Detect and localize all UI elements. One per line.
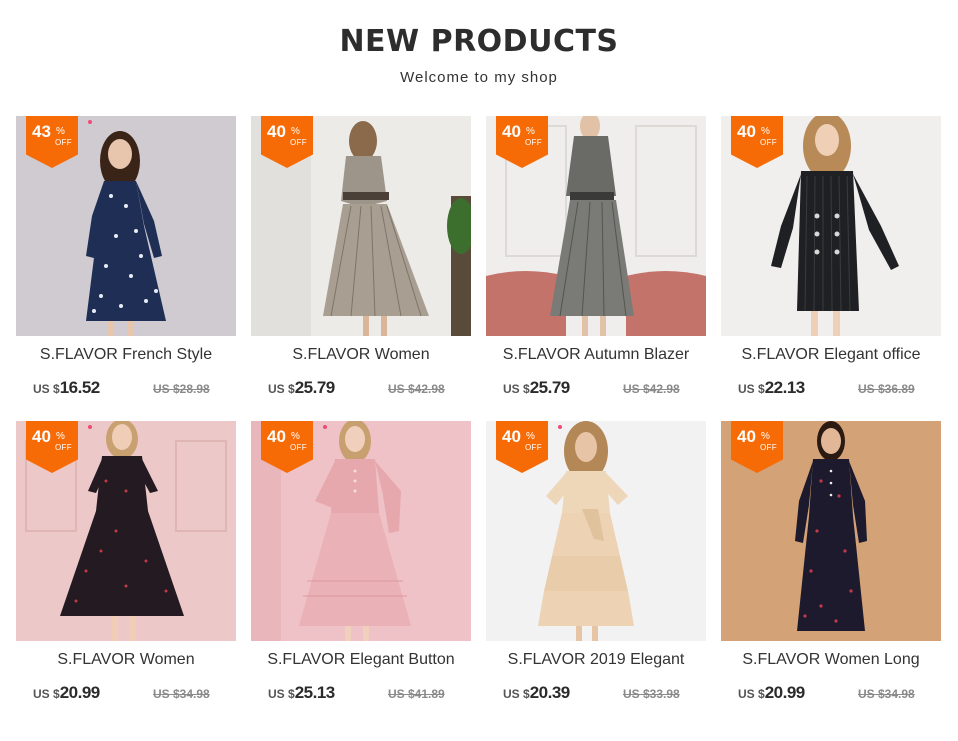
- original-price: US $42.98: [388, 382, 445, 396]
- price-currency: US $: [738, 382, 765, 396]
- price-currency: US $: [503, 687, 530, 701]
- discount-value: 40: [502, 427, 521, 446]
- discount-value: 40: [32, 427, 51, 446]
- original-price: US $33.98: [623, 687, 680, 701]
- discount-percent: %: [526, 126, 535, 137]
- product-image[interactable]: 40 % OFF: [251, 421, 471, 641]
- badge-dot: [88, 120, 92, 124]
- product-price: US $25.79: [268, 378, 335, 398]
- price-value: 25.79: [529, 378, 571, 397]
- discount-percent: %: [56, 126, 65, 137]
- price-value: 20.39: [529, 683, 571, 702]
- discount-badge: 40 % OFF: [496, 116, 548, 168]
- discount-badge: 40 % OFF: [261, 421, 327, 473]
- product-price: US $25.13: [268, 683, 335, 703]
- original-price: US $41.89: [388, 687, 445, 701]
- original-price: US $36.89: [858, 382, 915, 396]
- product-price: US $25.79: [503, 378, 570, 398]
- price-currency: US $: [268, 382, 295, 396]
- product-price: US $16.52: [33, 378, 100, 398]
- discount-percent: %: [291, 431, 300, 442]
- badge-dot: [323, 425, 327, 429]
- price-value: 20.99: [59, 683, 101, 702]
- product-price: US $20.39: [503, 683, 570, 703]
- discount-off-label: OFF: [525, 138, 542, 147]
- discount-off-label: OFF: [760, 138, 777, 147]
- product-price: US $22.13: [738, 378, 805, 398]
- product-name[interactable]: S.FLAVOR French Style: [6, 346, 246, 364]
- discount-badge: 40 % OFF: [496, 421, 562, 473]
- product-price: US $20.99: [738, 683, 805, 703]
- discount-percent: %: [291, 126, 300, 137]
- price-currency: US $: [33, 382, 60, 396]
- product-image[interactable]: 40 % OFF: [721, 116, 941, 336]
- price-currency: US $: [503, 382, 530, 396]
- original-price: US $34.98: [858, 687, 915, 701]
- page-subtitle: Welcome to my shop: [400, 69, 558, 86]
- discount-badge: 40 % OFF: [26, 421, 92, 473]
- discount-off-label: OFF: [55, 138, 72, 147]
- product-name[interactable]: S.FLAVOR Women Long: [711, 651, 951, 669]
- original-price: US $34.98: [153, 687, 210, 701]
- product-card[interactable]: 40 % OFF S.FLAVOR Women Long US $20.99 U…: [721, 421, 941, 702]
- product-name[interactable]: S.FLAVOR Women: [6, 651, 246, 669]
- discount-badge: 40 % OFF: [731, 421, 783, 473]
- price-currency: US $: [33, 687, 60, 701]
- product-card[interactable]: 40 % OFF S.FLAVOR 2019 Elegant US $20.39…: [486, 421, 706, 702]
- product-name[interactable]: S.FLAVOR Elegant office: [711, 346, 951, 364]
- discount-off-label: OFF: [290, 443, 307, 452]
- discount-badge: 43 % OFF: [26, 116, 92, 168]
- product-image[interactable]: 40 % OFF: [721, 421, 941, 641]
- price-currency: US $: [268, 687, 295, 701]
- price-currency: US $: [738, 687, 765, 701]
- product-name[interactable]: S.FLAVOR Elegant Button: [241, 651, 481, 669]
- discount-percent: %: [56, 431, 65, 442]
- product-image[interactable]: 40 % OFF: [251, 116, 471, 336]
- discount-value: 40: [737, 427, 756, 446]
- product-card[interactable]: 40 % OFF S.FLAVOR Autumn Blazer US $25.7…: [486, 116, 706, 397]
- discount-value: 43: [32, 122, 51, 141]
- product-card[interactable]: 40 % OFF S.FLAVOR Women US $25.79 US $42…: [251, 116, 471, 397]
- discount-value: 40: [502, 122, 521, 141]
- product-price: US $20.99: [33, 683, 100, 703]
- discount-percent: %: [761, 431, 770, 442]
- discount-badge: 40 % OFF: [731, 116, 783, 168]
- discount-off-label: OFF: [525, 443, 542, 452]
- price-value: 22.13: [764, 378, 806, 397]
- discount-off-label: OFF: [290, 138, 307, 147]
- product-name[interactable]: S.FLAVOR Autumn Blazer: [476, 346, 716, 364]
- discount-value: 40: [737, 122, 756, 141]
- product-card[interactable]: 43 % OFF S.FLAVOR French Style US $16.52…: [16, 116, 236, 397]
- badge-dot: [558, 425, 562, 429]
- product-image[interactable]: 40 % OFF: [486, 421, 706, 641]
- price-value: 25.79: [294, 378, 336, 397]
- product-card[interactable]: 40 % OFF S.FLAVOR Elegant office US $22.…: [721, 116, 941, 397]
- discount-off-label: OFF: [55, 443, 72, 452]
- price-value: 25.13: [294, 683, 336, 702]
- discount-off-label: OFF: [760, 443, 777, 452]
- discount-value: 40: [267, 122, 286, 141]
- discount-value: 40: [267, 427, 286, 446]
- badge-dot: [88, 425, 92, 429]
- product-card[interactable]: 40 % OFF S.FLAVOR Women US $20.99 US $34…: [16, 421, 236, 702]
- discount-percent: %: [526, 431, 535, 442]
- product-image[interactable]: 40 % OFF: [486, 116, 706, 336]
- product-image[interactable]: 40 % OFF: [16, 421, 236, 641]
- product-name[interactable]: S.FLAVOR Women: [241, 346, 481, 364]
- page-title: NEW PRODUCTS: [339, 24, 619, 59]
- product-name[interactable]: S.FLAVOR 2019 Elegant: [476, 651, 716, 669]
- price-value: 20.99: [764, 683, 806, 702]
- product-image[interactable]: 43 % OFF: [16, 116, 236, 336]
- original-price: US $42.98: [623, 382, 680, 396]
- original-price: US $28.98: [153, 382, 210, 396]
- product-card[interactable]: 40 % OFF S.FLAVOR Elegant Button US $25.…: [251, 421, 471, 702]
- discount-badge: 40 % OFF: [261, 116, 313, 168]
- discount-percent: %: [761, 126, 770, 137]
- price-value: 16.52: [59, 378, 101, 397]
